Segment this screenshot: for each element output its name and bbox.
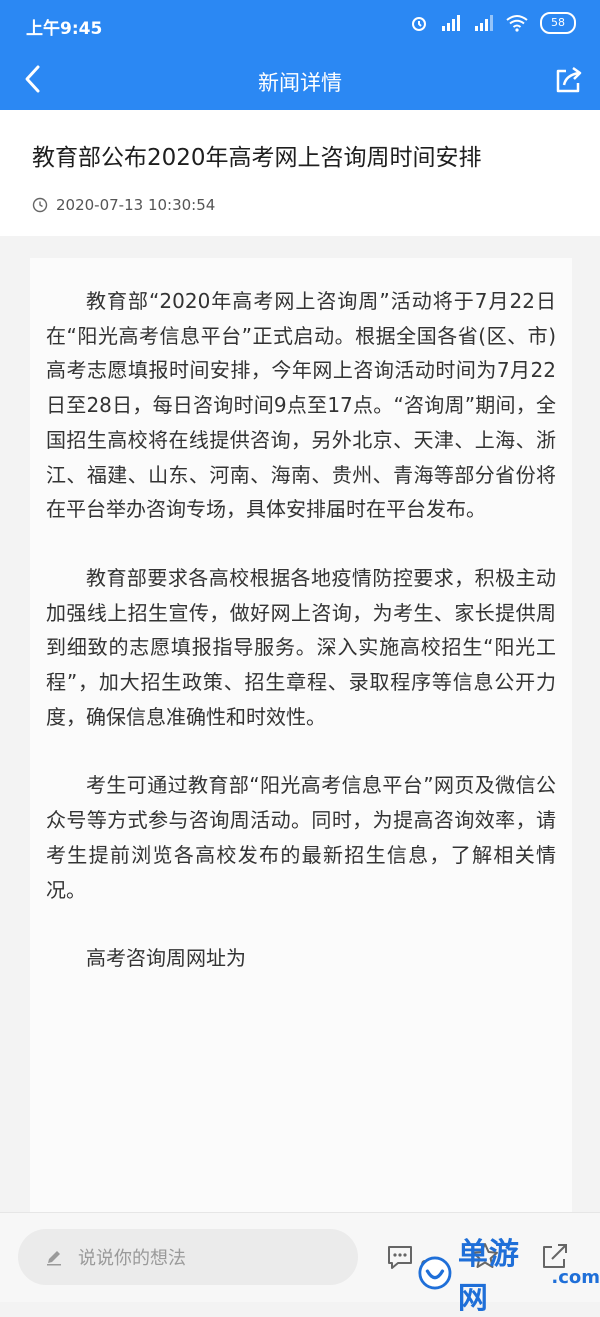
status-time: 上午9:45 [26,19,103,39]
article-paragraph: 教育部要求各高校根据各地疫情防控要求，积极主动加强线上招生宣传，做好网上咨询，为… [46,565,556,729]
watermark-text: 单游网 [457,1236,520,1316]
clock-icon [32,197,48,213]
signal-icon-2 [475,15,493,31]
alarm-icon [412,17,426,31]
status-icons: 58 [410,12,576,34]
status-bar: 上午9:45 58 [0,0,600,52]
watermark-logo: 单游网 .com [418,1237,600,1316]
article-title: 教育部公布2020年高考网上咨询周时间安排 [32,145,482,171]
article-date: 2020-07-13 10:30:54 [32,196,215,214]
watermark-logo-icon [418,1256,452,1289]
comment-input[interactable]: 说说你的想法 [18,1229,358,1285]
share-icon[interactable] [552,63,586,97]
nav-bar: 新闻详情 [0,52,600,110]
signal-icon [442,15,460,31]
article-paragraph: 考生可通过教育部“阳光高考信息平台”网页及微信公众号等方式参与咨询周活动。同时，… [46,773,556,902]
article-date-text: 2020-07-13 10:30:54 [56,196,216,214]
article-paragraph: 教育部“2020年高考网上咨询周”活动将于7月22日在“阳光高考信息平台”正式启… [46,289,556,522]
comment-placeholder: 说说你的想法 [78,1248,186,1269]
comment-icon [388,1246,412,1269]
watermark-suffix: .com [551,1267,600,1288]
article-header: 教育部公布2020年高考网上咨询周时间安排 2020-07-13 10:30:5… [0,110,600,236]
article-body: 教育部“2020年高考网上咨询周”活动将于7月22日在“阳光高考信息平台”正式启… [30,258,572,1218]
wifi-icon [506,15,528,32]
pencil-icon [47,1251,61,1266]
article-paragraph: 高考咨询周网址为 [86,946,246,971]
battery-indicator: 58 [540,12,576,34]
page-title: 新闻详情 [258,71,342,95]
